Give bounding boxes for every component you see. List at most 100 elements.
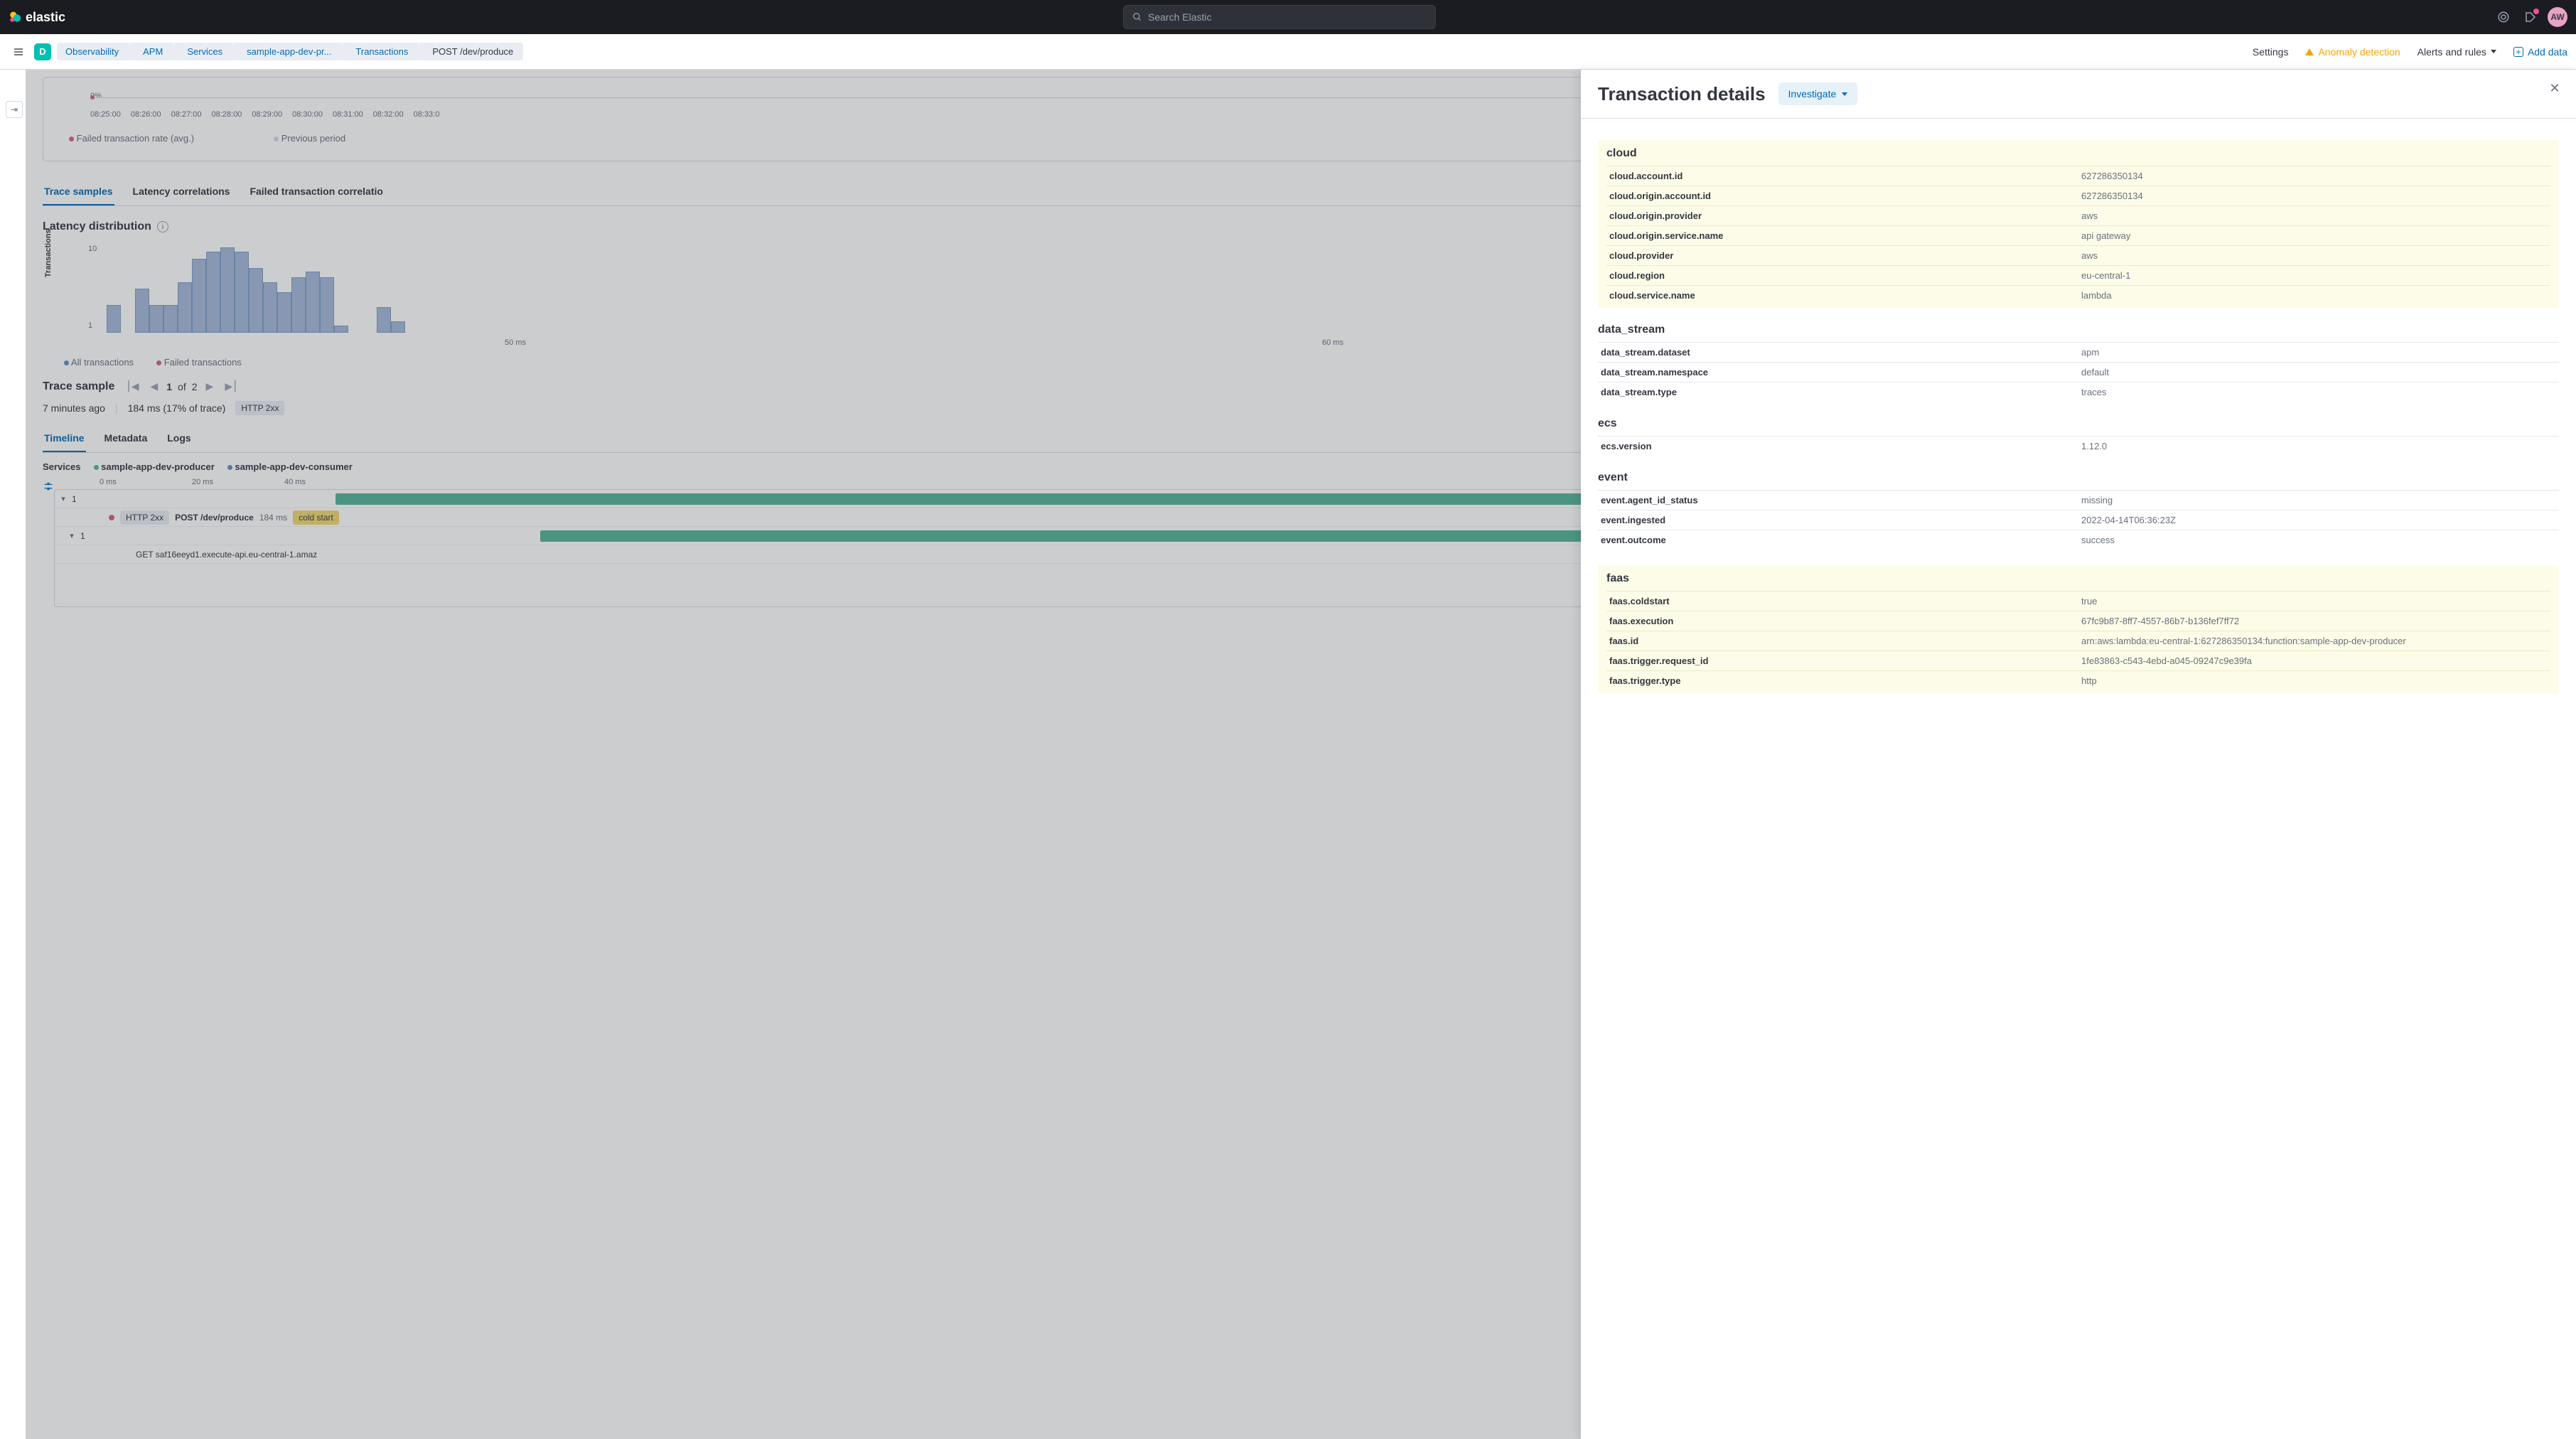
metadata-row[interactable]: data_stream.datasetapm	[1598, 343, 2559, 363]
y-tick-1: 1	[88, 321, 92, 330]
pager-first-icon[interactable]: ⎮◀	[123, 379, 141, 394]
metadata-section-cloud: cloudcloud.account.id627286350134cloud.o…	[1598, 140, 2559, 308]
metadata-section-faas: faasfaas.coldstarttruefaas.execution67fc…	[1598, 565, 2559, 693]
metadata-key: cloud.origin.account.id	[1606, 186, 2078, 206]
legend-failed-transactions[interactable]: Failed transactions	[156, 357, 242, 368]
brand-logo[interactable]: elastic	[9, 10, 65, 25]
metadata-key: data_stream.namespace	[1598, 363, 2078, 383]
metadata-row[interactable]: cloud.origin.service.nameapi gateway	[1606, 226, 2550, 246]
metadata-row[interactable]: faas.coldstarttrue	[1606, 592, 2550, 611]
metadata-row[interactable]: data_stream.namespacedefault	[1598, 363, 2559, 383]
breadcrumb-transactions[interactable]: Transactions	[343, 43, 418, 60]
nav-toggle-icon[interactable]	[9, 42, 28, 62]
metadata-row[interactable]: cloud.account.id627286350134	[1606, 166, 2550, 186]
investigate-button[interactable]: Investigate	[1778, 82, 1858, 105]
trace-pager: ⎮◀ ◀ 1 of 2 ▶ ▶⎮	[123, 379, 240, 394]
metadata-row[interactable]: cloud.regioneu-central-1	[1606, 266, 2550, 286]
metadata-key: cloud.provider	[1606, 246, 2078, 266]
x-tick: 08:26:00	[131, 110, 161, 119]
section-heading: cloud	[1606, 147, 2550, 160]
metadata-row[interactable]: event.ingested2022-04-14T06:36:23Z	[1598, 510, 2559, 530]
section-heading: event	[1598, 471, 2559, 484]
tab-trace-samples[interactable]: Trace samples	[43, 178, 114, 205]
metadata-value: 2022-04-14T06:36:23Z	[2078, 510, 2559, 530]
pager-next-icon[interactable]: ▶	[203, 379, 217, 394]
metadata-table: event.agent_id_statusmissingevent.ingest…	[1598, 490, 2559, 550]
newsfeed-icon[interactable]	[2521, 7, 2540, 27]
pager-total: 2	[192, 381, 198, 392]
global-search-input[interactable]: Search Elastic	[1123, 5, 1436, 29]
metadata-key: ecs.version	[1598, 437, 2078, 456]
metadata-key: faas.execution	[1606, 611, 2078, 631]
breadcrumb-apm[interactable]: APM	[130, 43, 173, 60]
metadata-value: aws	[2078, 206, 2550, 226]
investigate-label: Investigate	[1788, 88, 1837, 100]
sidebar-collapse-button[interactable]: ⇥	[6, 101, 23, 118]
elastic-logo-icon	[9, 11, 21, 23]
metadata-row[interactable]: faas.execution67fc9b87-8ff7-4557-86b7-b1…	[1606, 611, 2550, 631]
metadata-row[interactable]: cloud.service.namelambda	[1606, 286, 2550, 306]
metadata-row[interactable]: faas.trigger.typehttp	[1606, 671, 2550, 691]
close-flyout-button[interactable]: ✕	[2546, 80, 2563, 97]
settings-link[interactable]: Settings	[2253, 46, 2289, 58]
metadata-row[interactable]: faas.trigger.request_id1fe83863-c543-4eb…	[1606, 651, 2550, 671]
breadcrumb-service-name[interactable]: sample-app-dev-pr...	[234, 43, 341, 60]
expand-toggle-icon[interactable]: ▾	[63, 531, 80, 540]
metadata-key: event.agent_id_status	[1598, 491, 2078, 510]
expand-toggle-icon[interactable]: ▾	[55, 494, 72, 503]
metadata-value: lambda	[2078, 286, 2550, 306]
metadata-row[interactable]: cloud.origin.account.id627286350134	[1606, 186, 2550, 206]
waterfall-collapse-icon[interactable]	[43, 481, 54, 492]
trace-latency: 184 ms (17% of trace)	[128, 402, 226, 414]
service-name: sample-app-dev-producer	[101, 461, 215, 472]
subtab-logs[interactable]: Logs	[166, 425, 192, 452]
metadata-key: cloud.region	[1606, 266, 2078, 286]
metadata-value: aws	[2078, 246, 2550, 266]
legend-previous-period[interactable]: Previous period	[274, 133, 345, 144]
legend-all-transactions[interactable]: All transactions	[64, 357, 134, 368]
space-selector[interactable]: D	[34, 43, 51, 60]
sub-header: D Observability APM Services sample-app-…	[0, 34, 2576, 70]
search-placeholder: Search Elastic	[1148, 11, 1211, 23]
pager-prev-icon[interactable]: ◀	[147, 379, 161, 394]
breadcrumb-services[interactable]: Services	[174, 43, 232, 60]
metadata-row[interactable]: event.outcomesuccess	[1598, 530, 2559, 550]
metadata-table: data_stream.datasetapmdata_stream.namesp…	[1598, 342, 2559, 402]
y-axis-label: Transactions	[44, 229, 53, 277]
services-label: Services	[43, 461, 81, 472]
metadata-row[interactable]: faas.idarn:aws:lambda:eu-central-1:62728…	[1606, 631, 2550, 651]
flyout-body[interactable]: cloudcloud.account.id627286350134cloud.o…	[1581, 119, 2576, 1439]
legend-label: Previous period	[281, 133, 345, 144]
coldstart-badge: cold start	[293, 510, 339, 525]
pager-last-icon[interactable]: ▶⎮	[222, 379, 240, 394]
service-name: sample-app-dev-consumer	[235, 461, 352, 472]
metadata-row[interactable]: data_stream.typetraces	[1598, 383, 2559, 402]
metadata-row[interactable]: cloud.origin.provideraws	[1606, 206, 2550, 226]
help-icon[interactable]	[2494, 7, 2513, 27]
metadata-value: 67fc9b87-8ff7-4557-86b7-b136fef7ff72	[2078, 611, 2550, 631]
x-tick: 60 ms	[1322, 338, 1343, 347]
subtab-metadata[interactable]: Metadata	[103, 425, 149, 452]
service-producer[interactable]: sample-app-dev-producer	[94, 461, 215, 472]
legend-label: Failed transactions	[164, 357, 242, 368]
info-icon[interactable]: i	[157, 221, 168, 232]
tab-latency-correlations[interactable]: Latency correlations	[132, 178, 232, 205]
metadata-value: 627286350134	[2078, 166, 2550, 186]
breadcrumb-observability[interactable]: Observability	[57, 43, 129, 60]
legend-failed-rate[interactable]: Failed transaction rate (avg.)	[69, 133, 194, 144]
metadata-value: 627286350134	[2078, 186, 2550, 206]
metadata-row[interactable]: cloud.provideraws	[1606, 246, 2550, 266]
add-data-link[interactable]: +Add data	[2513, 46, 2567, 58]
metadata-value: missing	[2078, 491, 2559, 510]
subtab-timeline[interactable]: Timeline	[43, 425, 86, 452]
metadata-key: event.outcome	[1598, 530, 2078, 550]
metadata-row[interactable]: ecs.version1.12.0	[1598, 437, 2559, 456]
pager-of: of	[178, 381, 186, 392]
anomaly-detection-link[interactable]: Anomaly detection	[2305, 46, 2400, 58]
alerts-rules-menu[interactable]: Alerts and rules	[2417, 46, 2496, 58]
user-avatar[interactable]: AW	[2548, 7, 2567, 27]
metadata-row[interactable]: event.agent_id_statusmissing	[1598, 491, 2559, 510]
service-consumer[interactable]: sample-app-dev-consumer	[227, 461, 353, 472]
span-name: POST /dev/produce	[175, 513, 254, 523]
tab-failed-correlations[interactable]: Failed transaction correlatio	[248, 178, 385, 205]
